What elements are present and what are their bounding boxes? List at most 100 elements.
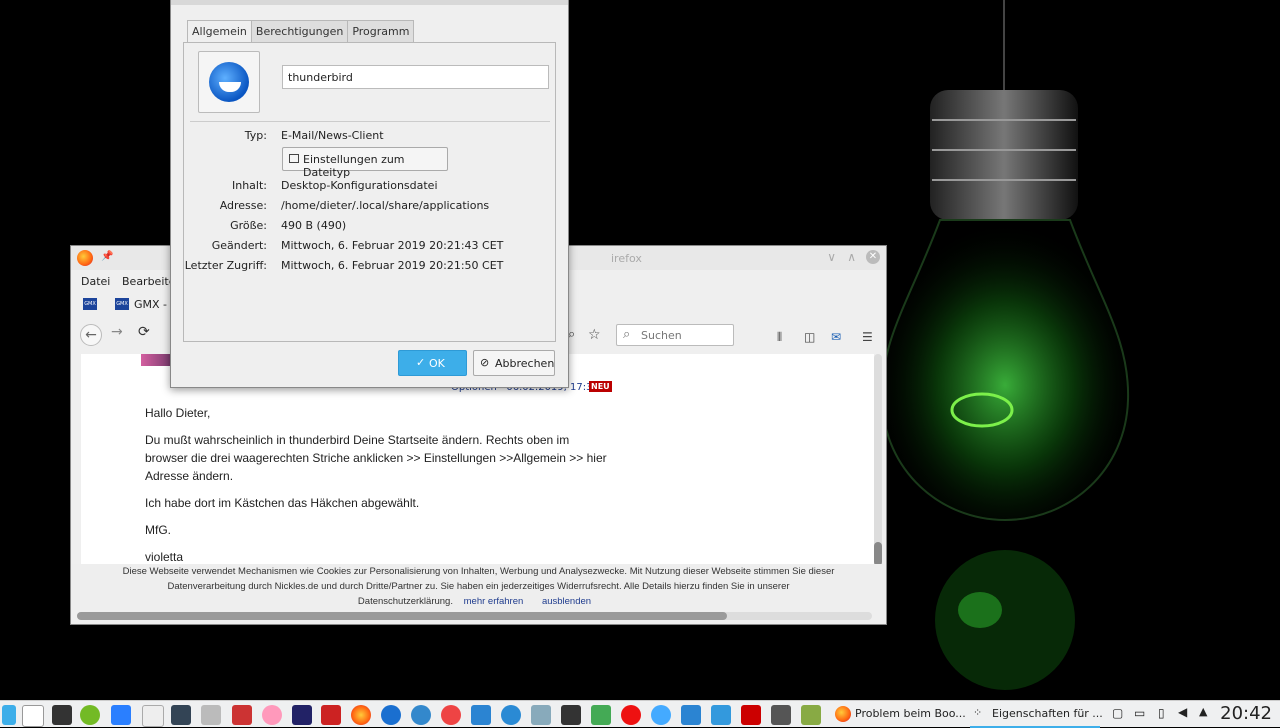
post-greeting: Hallo Dieter,: [145, 406, 211, 420]
clock[interactable]: 20:42: [1220, 703, 1272, 724]
cancel-button[interactable]: ⊘ Abbrechen: [473, 350, 555, 376]
search-magnifier-icon[interactable]: ⌕: [568, 327, 575, 342]
screenshot-icon[interactable]: [171, 705, 191, 725]
mail-icon[interactable]: ✉: [831, 330, 841, 344]
filetype-settings-button[interactable]: Einstellungen zum Dateityp: [282, 147, 448, 179]
file-manager-icon[interactable]: [681, 705, 701, 725]
content-label: Inhalt:: [231, 179, 267, 192]
download-icon[interactable]: [531, 705, 551, 725]
dialog-tabs: Allgemein Berechtigungen Programm: [187, 20, 415, 42]
clipboard-tray-icon[interactable]: ▢: [1112, 706, 1123, 720]
text-editor-icon[interactable]: [142, 705, 164, 727]
cookie-banner: Diese Webseite verwendet Mechanismen wie…: [71, 564, 886, 610]
close-icon[interactable]: ✕: [866, 250, 880, 264]
app-launcher-icon[interactable]: [2, 705, 16, 725]
accessed-value: Mittwoch, 6. Februar 2019 20:21:50 CET: [281, 259, 504, 272]
battery-tray-icon[interactable]: ▭: [1134, 706, 1145, 720]
sidebar-icon[interactable]: ◫: [804, 330, 815, 344]
hamburger-menu-icon[interactable]: ☰: [862, 330, 873, 344]
network-icon[interactable]: [711, 705, 731, 725]
pin-icon[interactable]: 📌: [101, 251, 113, 262]
row-type: Typ: E-Mail/News-Client: [184, 129, 557, 145]
opera-icon[interactable]: [621, 705, 641, 725]
firefox-icon: [77, 250, 93, 266]
row-address: Adresse: /home/dieter/.local/share/appli…: [184, 199, 557, 215]
accessed-label: Letzter Zugriff:: [184, 259, 267, 272]
red-terminal-icon[interactable]: [741, 705, 761, 725]
bookmark-star-icon[interactable]: ☆: [588, 327, 601, 343]
info-icon[interactable]: [501, 705, 521, 725]
general-panel: thunderbird Typ: E-Mail/News-Client Eins…: [183, 42, 556, 342]
storage-tray-icon[interactable]: ▯: [1158, 706, 1165, 720]
forum-post: Hallo Dieter, Du mußt wahrscheinlich in …: [145, 404, 615, 566]
chrome-icon[interactable]: [651, 705, 671, 725]
terminal-icon[interactable]: [52, 705, 72, 725]
lightbulb-wallpaper: [880, 0, 1130, 690]
settings-icon[interactable]: [201, 705, 221, 725]
menu-bearbeiten[interactable]: Bearbeite: [122, 275, 175, 288]
console-icon[interactable]: [561, 705, 581, 725]
size-label: Größe:: [230, 219, 267, 232]
library-icon[interactable]: ⫴: [777, 330, 782, 345]
reload-button[interactable]: ⟳: [138, 324, 150, 340]
forward-button[interactable]: →: [111, 324, 123, 340]
address-label: Adresse:: [219, 199, 267, 212]
back-button[interactable]: ←: [80, 324, 102, 346]
task-firefox[interactable]: Problem beim Boo...: [833, 702, 966, 726]
ok-button[interactable]: ✓ OK: [398, 350, 467, 376]
dialog-titlebar: [171, 0, 568, 5]
folder-icon[interactable]: [471, 705, 491, 725]
firefox-launcher-icon[interactable]: [351, 705, 371, 725]
image-viewer-icon[interactable]: [591, 705, 611, 725]
tab-allgemein[interactable]: Allgemein: [187, 20, 252, 42]
row-content: Inhalt: Desktop-Konfigurationsdatei: [184, 179, 557, 195]
cancel-icon: ⊘: [480, 356, 490, 369]
post-thumbnail: [141, 354, 171, 366]
task-properties[interactable]: ⁘ Eigenschaften für ...: [970, 702, 1103, 728]
check-icon: ✓: [416, 356, 426, 369]
menu-datei[interactable]: Datei: [81, 275, 110, 288]
gmx-icon[interactable]: GMX: [83, 298, 97, 310]
cookie-text-3: Datenschutzerklärung.: [357, 596, 453, 607]
game-icon[interactable]: [441, 705, 461, 725]
more-info-link[interactable]: mehr erfahren: [464, 596, 524, 607]
computer-icon[interactable]: [771, 705, 791, 725]
settings-icon: [289, 154, 299, 163]
modified-value: Mittwoch, 6. Februar 2019 20:21:43 CET: [281, 239, 504, 252]
search-input[interactable]: ⌕ Suchen: [616, 324, 734, 346]
tab-programm[interactable]: Programm: [347, 20, 415, 42]
search-icon: ⌕: [623, 327, 631, 342]
app-icon-button[interactable]: [198, 51, 260, 113]
tab-berechtigungen[interactable]: Berechtigungen: [250, 20, 349, 42]
thunderbird-launcher-icon[interactable]: [381, 705, 401, 725]
window-icon[interactable]: [292, 705, 312, 725]
doc-icon[interactable]: [111, 705, 131, 725]
tray-expand-icon[interactable]: ▲: [1199, 705, 1207, 718]
recycle-icon[interactable]: [232, 705, 252, 725]
taskbar: Problem beim Boo... ⁘ Eigenschaften für …: [0, 700, 1280, 728]
size-value: 490 B (490): [281, 219, 347, 232]
type-label: Typ:: [244, 129, 267, 142]
hide-link[interactable]: ausblenden: [542, 596, 591, 607]
separator: [190, 121, 550, 122]
opensuse-icon[interactable]: [80, 705, 100, 725]
firefox-title: irefox: [611, 252, 642, 265]
horizontal-scrollbar[interactable]: [77, 612, 872, 620]
firefox-task-icon: [835, 706, 851, 722]
content-value: Desktop-Konfigurationsdatei: [281, 179, 438, 192]
browser-icon[interactable]: [411, 705, 431, 725]
thunderbird-icon: [209, 62, 249, 102]
post-paragraph: Du mußt wahrscheinlich in thunderbird De…: [145, 433, 607, 483]
properties-dialog: Allgemein Berechtigungen Programm thunderb…: [170, 0, 569, 388]
chameleon-icon[interactable]: [801, 705, 821, 725]
cookie-line-3: Datenschutzerklärung. mehr erfahren ausb…: [71, 594, 886, 609]
properties-task-icon: ⁘: [973, 706, 983, 719]
minimize-icon[interactable]: ∨: [827, 250, 836, 264]
maximize-icon[interactable]: ∧: [847, 250, 856, 264]
post-paragraph-2: Ich habe dort im Kästchen das Häkchen ab…: [145, 496, 420, 510]
filezilla-icon[interactable]: [321, 705, 341, 725]
bubble-icon[interactable]: [262, 705, 282, 725]
java-icon[interactable]: [22, 705, 44, 727]
volume-tray-icon[interactable]: ◀: [1178, 705, 1187, 719]
name-field[interactable]: thunderbird: [282, 65, 549, 89]
